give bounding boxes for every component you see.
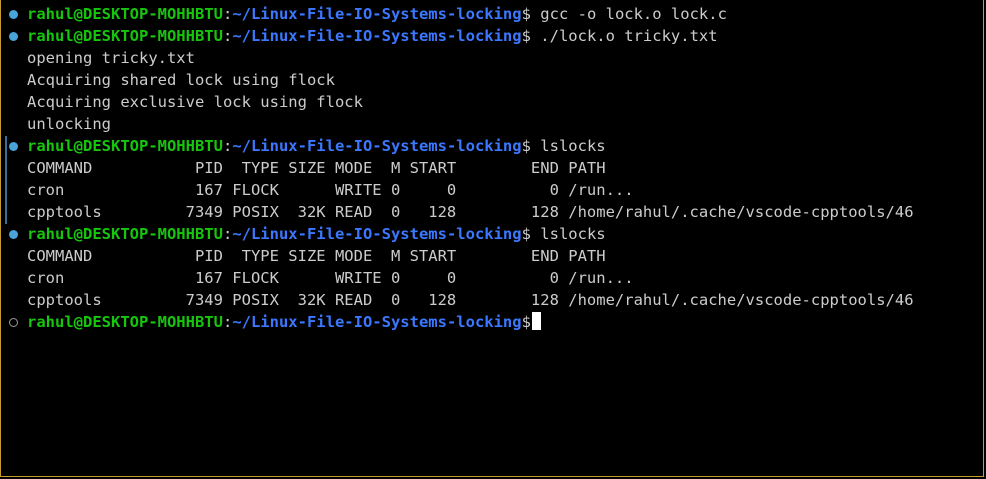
output-text: cron 167 FLOCK WRITE 0 0 0 /run... xyxy=(27,269,634,287)
command-status-icon xyxy=(9,318,18,327)
prompt-path: ~/Linux-File-IO-Systems-locking xyxy=(232,313,522,331)
output-text: unlocking xyxy=(27,115,111,133)
output-text: COMMAND PID TYPE SIZE MODE M START END P… xyxy=(27,159,606,177)
command-text: gcc -o lock.o lock.c xyxy=(530,5,727,23)
prompt-user-host: rahul@DESKTOP-MOHHBTU xyxy=(27,313,223,331)
command-status-icon[interactable] xyxy=(9,142,18,151)
prompt-user-host: rahul@DESKTOP-MOHHBTU xyxy=(27,137,223,155)
command-text: ./lock.o tricky.txt xyxy=(530,27,718,45)
output-text: opening tricky.txt xyxy=(27,49,195,67)
prompt-user-host: rahul@DESKTOP-MOHHBTU xyxy=(27,27,223,45)
output-text: cron 167 FLOCK WRITE 0 0 0 /run... xyxy=(27,181,634,199)
output-text: Acquiring shared lock using flock xyxy=(27,71,335,89)
command-status-icon[interactable] xyxy=(9,230,18,239)
terminal-line-prompt: rahul@DESKTOP-MOHHBTU:~/Linux-File-IO-Sy… xyxy=(1,3,727,25)
terminal-line-prompt: rahul@DESKTOP-MOHHBTU:~/Linux-File-IO-Sy… xyxy=(1,25,718,47)
output-text: COMMAND PID TYPE SIZE MODE M START END P… xyxy=(27,247,606,265)
command-status-icon[interactable] xyxy=(9,10,18,19)
prompt-colon: : xyxy=(222,225,233,243)
prompt-dollar: $ xyxy=(521,5,531,23)
terminal-line-prompt: rahul@DESKTOP-MOHHBTU:~/Linux-File-IO-Sy… xyxy=(1,223,606,245)
output-text: Acquiring exclusive lock using flock xyxy=(27,93,363,111)
prompt-path: ~/Linux-File-IO-Systems-locking xyxy=(232,27,522,45)
prompt-colon: : xyxy=(222,313,233,331)
text-cursor xyxy=(531,312,541,330)
prompt-path: ~/Linux-File-IO-Systems-locking xyxy=(232,5,522,23)
prompt-dollar: $ xyxy=(521,137,531,155)
prompt-colon: : xyxy=(222,27,233,45)
prompt-dollar: $ xyxy=(521,313,531,331)
command-text: lslocks xyxy=(530,225,606,243)
command-status-icon[interactable] xyxy=(9,32,18,41)
prompt-user-host: rahul@DESKTOP-MOHHBTU xyxy=(27,5,223,23)
terminal-line-prompt: rahul@DESKTOP-MOHHBTU:~/Linux-File-IO-Sy… xyxy=(1,135,606,157)
prompt-user-host: rahul@DESKTOP-MOHHBTU xyxy=(27,225,223,243)
prompt-colon: : xyxy=(222,137,233,155)
prompt-colon: : xyxy=(222,5,233,23)
prompt-dollar: $ xyxy=(521,27,531,45)
output-text: cpptools 7349 POSIX 32K READ 0 128 128 /… xyxy=(27,203,914,221)
prompt-dollar: $ xyxy=(521,225,531,243)
command-text: lslocks xyxy=(530,137,606,155)
prompt-path: ~/Linux-File-IO-Systems-locking xyxy=(232,225,522,243)
terminal-line-active-prompt[interactable]: rahul@DESKTOP-MOHHBTU:~/Linux-File-IO-Sy… xyxy=(1,311,541,333)
prompt-path: ~/Linux-File-IO-Systems-locking xyxy=(232,137,522,155)
terminal-window[interactable]: rahul@DESKTOP-MOHHBTU:~/Linux-File-IO-Sy… xyxy=(0,0,984,477)
output-text: cpptools 7349 POSIX 32K READ 0 128 128 /… xyxy=(27,291,914,309)
